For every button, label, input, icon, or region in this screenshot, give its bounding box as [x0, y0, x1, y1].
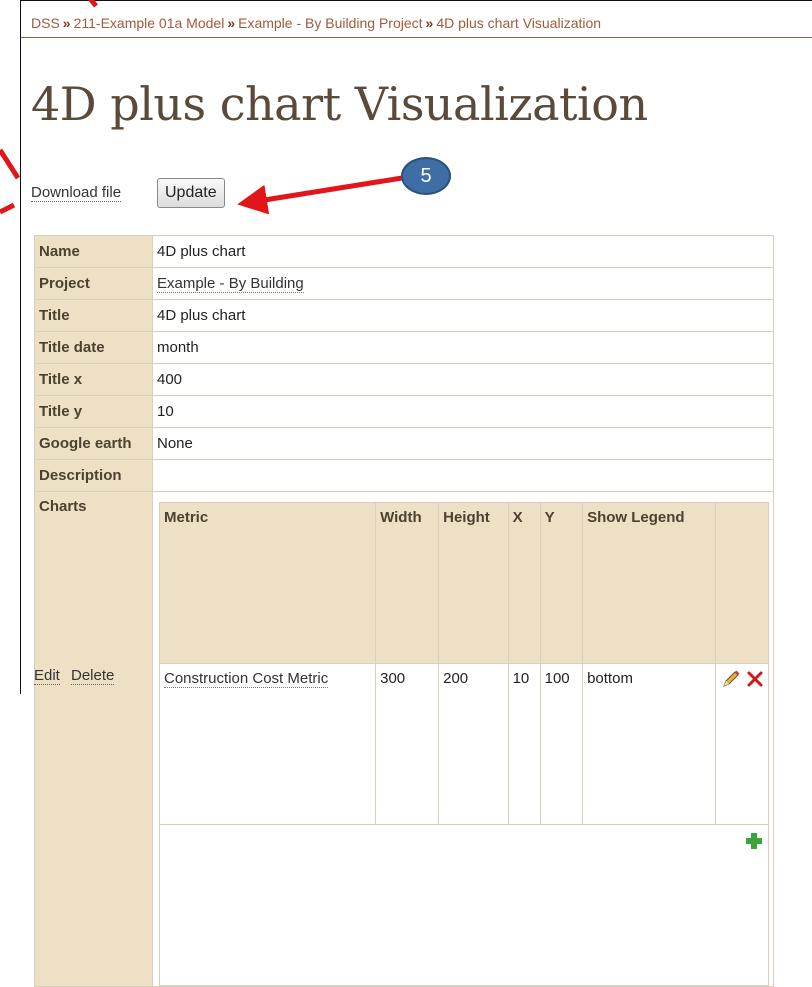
- content-frame: DSS» 211-Example 01a Model» Example - By B…: [20, 0, 812, 987]
- detail-label: Charts: [34, 491, 153, 987]
- detail-row-google-earth: Google earth None: [34, 427, 774, 460]
- detail-row-name: Name 4D plus chart: [34, 235, 774, 268]
- breadcrumb-separator: »: [425, 15, 434, 31]
- cell-y: 100: [539, 663, 584, 825]
- detail-value-title-date: month: [152, 331, 774, 364]
- detail-value-title: 4D plus chart: [152, 299, 774, 332]
- cell-width: 300: [375, 663, 440, 825]
- cell-x: 10: [507, 663, 541, 825]
- cell-height: 200: [438, 663, 509, 825]
- column-header-actions: [715, 502, 769, 664]
- cell-show-legend: bottom: [582, 663, 716, 825]
- breadcrumb-model[interactable]: 211-Example 01a Model: [74, 15, 225, 31]
- page-title: 4D plus chart Visualization: [31, 77, 648, 131]
- breadcrumb-project[interactable]: Example - By Building Project: [238, 15, 422, 31]
- breadcrumb-current: 4D plus chart Visualization: [436, 15, 602, 31]
- annotation-arrow-left-upper: [0, 148, 21, 180]
- column-header-x: X: [507, 502, 541, 664]
- add-plus-icon[interactable]: [744, 831, 764, 855]
- detail-label: Title x: [34, 363, 153, 396]
- column-header-y: Y: [539, 502, 584, 664]
- detail-value-title-y: 10: [152, 395, 774, 428]
- detail-value-title-x: 400: [152, 363, 774, 396]
- detail-row-title-y: Title y 10: [34, 395, 774, 428]
- detail-label: Description: [34, 459, 153, 492]
- delete-link[interactable]: Delete: [71, 667, 115, 685]
- annotation-arrow-left-lower: [0, 202, 16, 215]
- table-row: Construction Cost Metric 300 200 10 100 …: [158, 663, 769, 825]
- add-row: [159, 824, 769, 986]
- detail-label: Title date: [34, 331, 153, 364]
- download-file-link[interactable]: Download file: [31, 184, 122, 202]
- breadcrumb-divider: [21, 37, 812, 38]
- column-header-metric: Metric: [158, 502, 377, 664]
- detail-label: Name: [34, 235, 153, 268]
- breadcrumb: DSS» 211-Example 01a Model» Example - By B…: [31, 15, 601, 31]
- charts-header-row: Metric Width Height X Y Show Legend: [158, 502, 769, 664]
- charts-table: Metric Width Height X Y Show Legend Cons…: [158, 502, 769, 986]
- update-button[interactable]: Update: [157, 178, 225, 208]
- metric-link[interactable]: Construction Cost Metric: [164, 670, 329, 688]
- breadcrumb-separator: »: [62, 15, 71, 31]
- breadcrumb-dss[interactable]: DSS: [31, 15, 60, 31]
- column-header-width: Width: [375, 502, 440, 664]
- detail-row-title-date: Title date month: [34, 331, 774, 364]
- detail-label: Project: [34, 267, 153, 300]
- column-header-height: Height: [438, 502, 509, 664]
- detail-row-title-x: Title x 400: [34, 363, 774, 396]
- detail-label: Google earth: [34, 427, 153, 460]
- project-link[interactable]: Example - By Building: [157, 275, 304, 293]
- detail-row-charts: Charts Metric Width Height X Y Show Lege…: [34, 491, 774, 987]
- detail-label: Title y: [34, 395, 153, 428]
- detail-row-title: Title 4D plus chart: [34, 299, 774, 332]
- detail-value-name: 4D plus chart: [152, 235, 774, 268]
- detail-value-description: [152, 459, 774, 492]
- column-header-show-legend: Show Legend: [582, 502, 716, 664]
- detail-value-google-earth: None: [152, 427, 774, 460]
- detail-row-project: Project Example - By Building: [34, 267, 774, 300]
- edit-link[interactable]: Edit: [34, 667, 60, 685]
- row-actions: [715, 663, 769, 825]
- delete-x-icon[interactable]: [746, 670, 764, 692]
- pencil-icon[interactable]: [722, 670, 742, 692]
- visualization-details-table: Name 4D plus chart Project Example - By …: [34, 235, 774, 987]
- breadcrumb-separator: »: [227, 15, 236, 31]
- detail-row-description: Description: [34, 459, 774, 492]
- detail-label: Title: [34, 299, 153, 332]
- step-number-badge: 5: [401, 157, 451, 195]
